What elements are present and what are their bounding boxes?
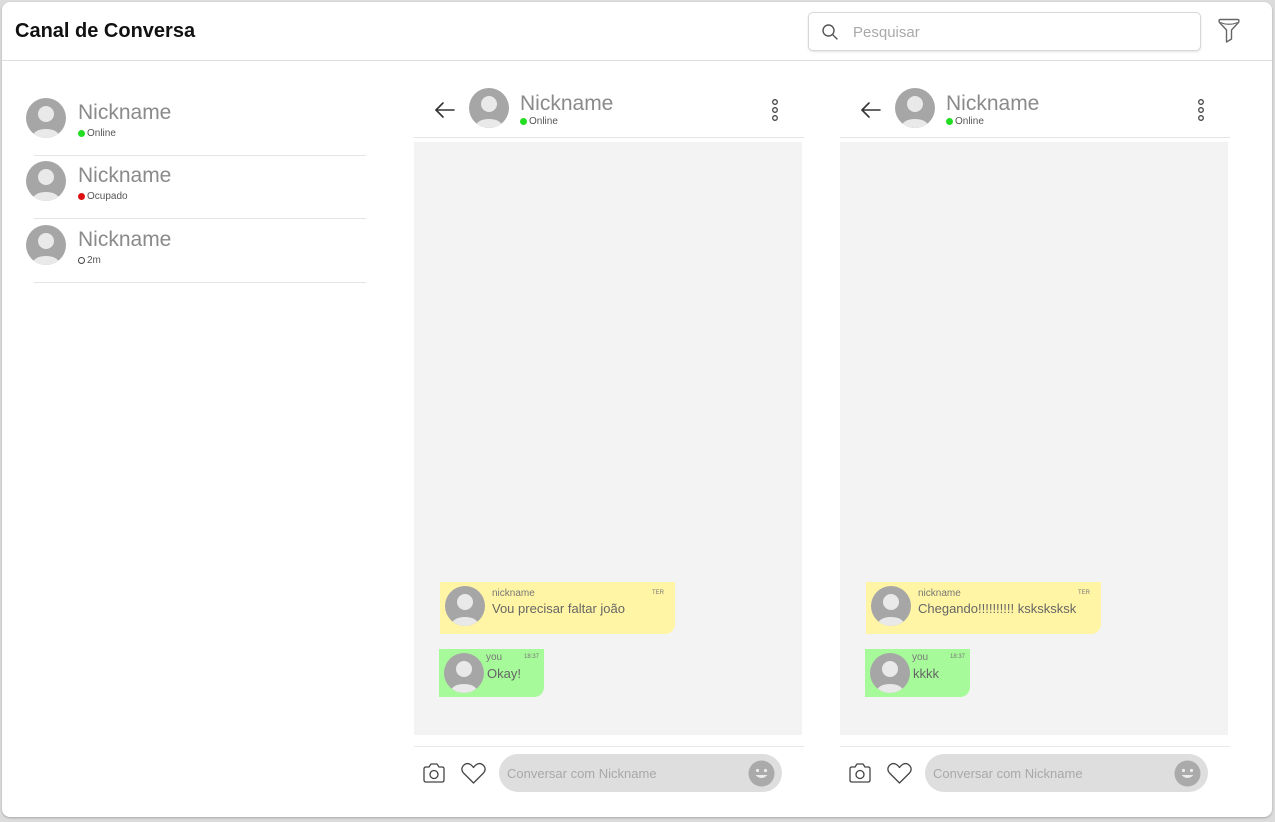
contact-name: Nickname <box>78 228 172 251</box>
contact-name: Nickname <box>78 101 172 124</box>
chat-panel: Nickname Online nickname Vou precisar fa… <box>414 82 804 812</box>
message-time: TER <box>1078 590 1090 596</box>
message-time: TER <box>652 590 664 596</box>
message-input-box[interactable] <box>499 754 782 792</box>
chat-contact-status: Online <box>946 116 984 127</box>
back-arrow-icon[interactable] <box>860 99 882 121</box>
avatar <box>870 653 910 693</box>
chat-header: Nickname Online <box>840 82 1230 138</box>
message-area[interactable]: nickname Vou precisar faltar joão TER yo… <box>414 142 802 735</box>
app-window: Canal de Conversa Nickname Online <box>2 2 1272 817</box>
message-sender: nickname <box>918 588 961 599</box>
search-icon <box>822 24 838 40</box>
chat-contact-name: Nickname <box>520 92 614 115</box>
search-input[interactable] <box>853 21 1183 43</box>
avatar <box>871 586 911 626</box>
avatar <box>26 161 66 201</box>
message-text: Vou precisar faltar joão <box>492 601 625 616</box>
chat-header: Nickname Online <box>414 82 804 138</box>
avatar <box>445 586 485 626</box>
more-options-icon[interactable] <box>1196 98 1206 122</box>
message-sender: you <box>912 652 929 663</box>
camera-icon[interactable] <box>421 760 447 786</box>
message-area[interactable]: nickname Chegando!!!!!!!!!! ksksksksk TE… <box>840 142 1228 735</box>
incoming-message: nickname Vou precisar faltar joão TER <box>440 582 675 634</box>
message-sender: you <box>486 652 503 663</box>
online-status-icon <box>78 130 85 137</box>
chat-contact-status: Online <box>520 116 558 127</box>
search-box[interactable] <box>808 12 1201 51</box>
incoming-message: nickname Chegando!!!!!!!!!! ksksksksk TE… <box>866 582 1101 634</box>
online-status-icon <box>946 118 953 125</box>
avatar <box>26 225 66 265</box>
avatar <box>26 98 66 138</box>
status-text: Online <box>955 116 984 127</box>
status-text: Ocupado <box>87 191 128 202</box>
chat-contact-name: Nickname <box>946 92 1040 115</box>
chat-footer <box>414 746 804 802</box>
chat-footer <box>840 746 1230 802</box>
app-title: Canal de Conversa <box>15 20 196 42</box>
more-options-icon[interactable] <box>770 98 780 122</box>
contact-status: Online <box>78 128 116 139</box>
status-text: 2m <box>87 255 101 266</box>
online-status-icon <box>520 118 527 125</box>
busy-status-icon <box>78 193 85 200</box>
status-text: Online <box>87 128 116 139</box>
message-text: Okay! <box>487 666 521 681</box>
message-text: kkkk <box>913 666 939 681</box>
contact-item[interactable]: Nickname Online <box>26 98 366 156</box>
message-text: Chegando!!!!!!!!!! ksksksksk <box>918 601 1077 616</box>
chat-panel: Nickname Online nickname Chegando!!!!!!!… <box>840 82 1230 812</box>
message-time: 18:37 <box>949 654 965 660</box>
outgoing-message: you kkkk 18:37 <box>865 649 970 697</box>
avatar <box>469 88 509 128</box>
contact-status: 2m <box>78 255 101 266</box>
message-input-box[interactable] <box>925 754 1208 792</box>
divider <box>34 218 366 219</box>
camera-icon[interactable] <box>847 760 873 786</box>
message-input[interactable] <box>507 763 742 783</box>
status-text: Online <box>529 116 558 127</box>
message-time: 18:37 <box>523 654 539 660</box>
outgoing-message: you Okay! 18:37 <box>439 649 544 697</box>
away-status-icon <box>78 257 85 264</box>
divider <box>34 155 366 156</box>
contact-name: Nickname <box>78 164 172 187</box>
message-input[interactable] <box>933 763 1168 783</box>
divider <box>34 282 366 283</box>
back-arrow-icon[interactable] <box>434 99 456 121</box>
avatar <box>895 88 935 128</box>
emoji-icon[interactable] <box>1174 760 1201 787</box>
contact-item[interactable]: Nickname 2m <box>26 225 366 283</box>
top-bar: Canal de Conversa <box>2 2 1272 61</box>
avatar <box>444 653 484 693</box>
contact-status: Ocupado <box>78 191 128 202</box>
contact-item[interactable]: Nickname Ocupado <box>26 161 366 219</box>
heart-icon[interactable] <box>886 761 913 785</box>
emoji-icon[interactable] <box>748 760 775 787</box>
heart-icon[interactable] <box>460 761 487 785</box>
message-sender: nickname <box>492 588 535 599</box>
filter-icon[interactable] <box>1216 17 1242 45</box>
